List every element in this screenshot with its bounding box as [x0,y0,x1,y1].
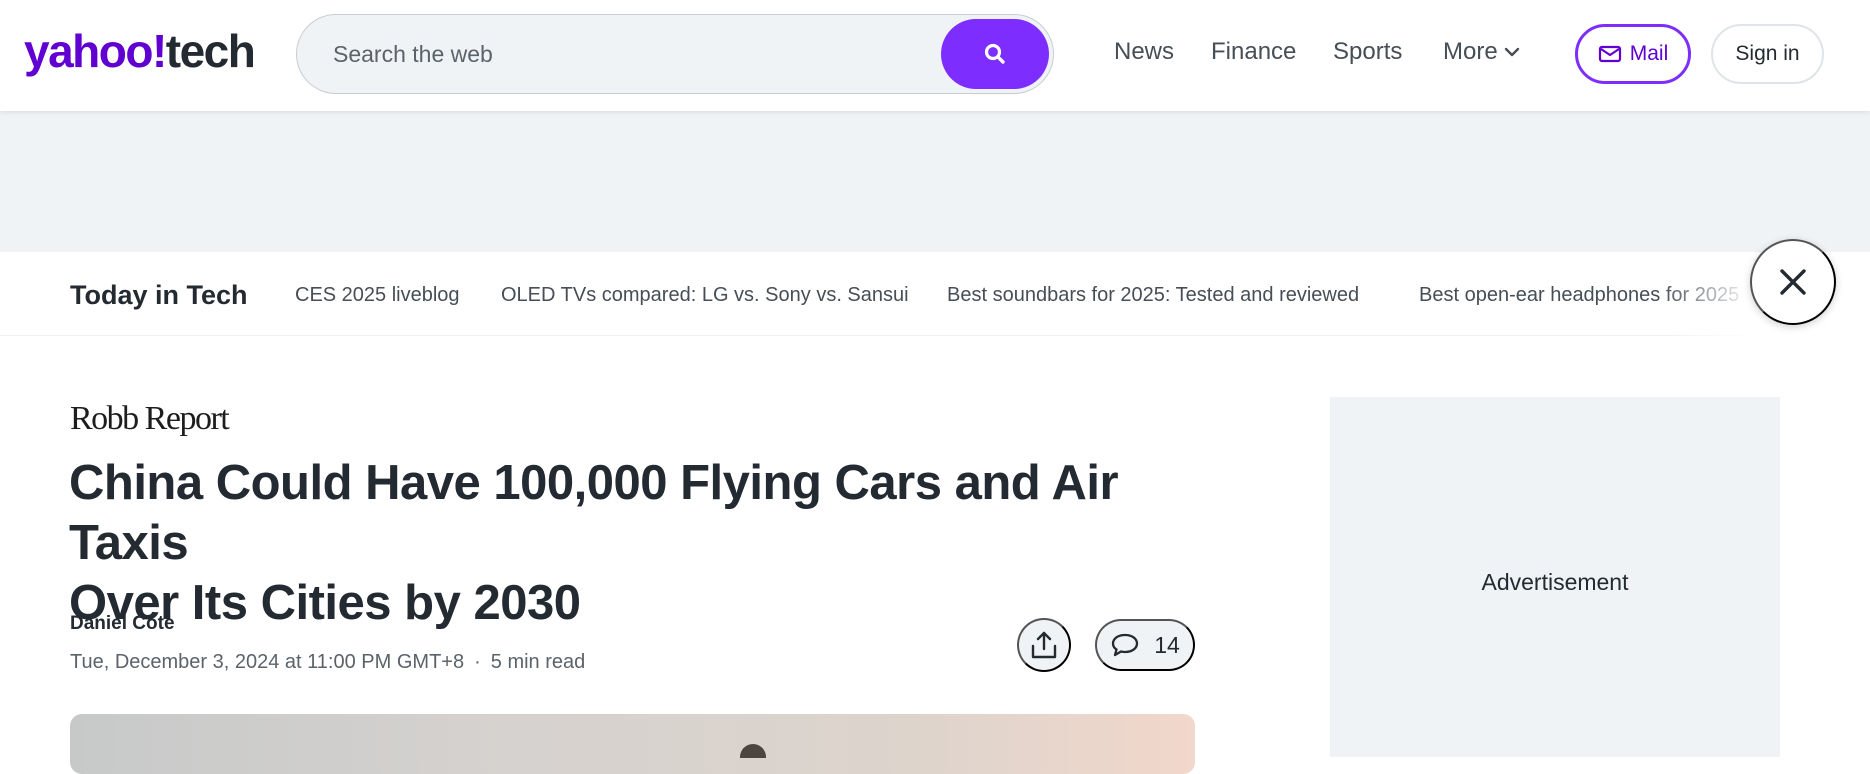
article-meta: Tue, December 3, 2024 at 11:00 PM GMT+8 ·… [70,651,585,674]
nav-news[interactable]: News [1114,38,1174,66]
mail-icon [1598,45,1621,63]
publisher-logo[interactable]: Robb Report [70,400,230,438]
publish-date: Tue, December 3, 2024 at 11:00 PM GMT+8 [70,651,465,673]
yahoo-tech-logo[interactable]: yahoo! tech [24,25,256,77]
share-icon [1031,631,1057,659]
logo-brand: yahoo! [24,25,167,77]
author-name[interactable]: Daniel Cote [70,613,175,635]
article-headline: China Could Have 100,000 Flying Cars and… [69,453,1219,633]
close-icon [1780,269,1806,295]
search-icon [984,43,1005,64]
sidebar-advertisement[interactable]: Advertisement [1330,397,1780,757]
comment-icon [1112,633,1139,657]
article-hero-image[interactable] [70,714,1195,774]
comment-count: 14 [1154,631,1180,658]
search-button[interactable] [941,19,1049,89]
mail-label: Mail [1629,42,1669,65]
nav-more-label: More [1443,38,1498,65]
site-header: yahoo!tech News Finance Sports More Mail… [0,0,1870,111]
nav-sports[interactable]: Sports [1333,38,1402,66]
nav-more[interactable]: More [1443,38,1520,66]
meta-separator: · [474,651,481,673]
chevron-down-icon [1504,47,1519,57]
today-in-tech-title: Today in Tech [70,280,248,310]
headline-line-1: China Could Have 100,000 Flying Cars and… [69,456,1119,570]
close-button[interactable] [1750,239,1836,325]
trending-link[interactable]: Best soundbars for 2025: Tested and revi… [947,284,1359,307]
comments-button[interactable]: 14 [1095,619,1195,671]
sign-in-button[interactable]: Sign in [1711,24,1824,84]
nav-finance[interactable]: Finance [1211,38,1296,66]
today-in-tech-bar: Today in Tech CES 2025 liveblog OLED TVs… [0,252,1870,336]
search-bar [296,14,1054,94]
advertisement-label: Advertisement [1481,569,1629,595]
search-input[interactable] [333,33,913,75]
trending-link[interactable]: OLED TVs compared: LG vs. Sony vs. Sansu… [501,284,909,307]
top-ad-band [0,111,1870,253]
read-time: 5 min read [490,651,586,673]
logo-section: tech [165,25,256,77]
mail-button[interactable]: Mail [1575,24,1691,84]
trending-link[interactable]: CES 2025 liveblog [295,284,460,307]
share-button[interactable] [1017,618,1071,672]
hero-image-detail [740,744,766,758]
